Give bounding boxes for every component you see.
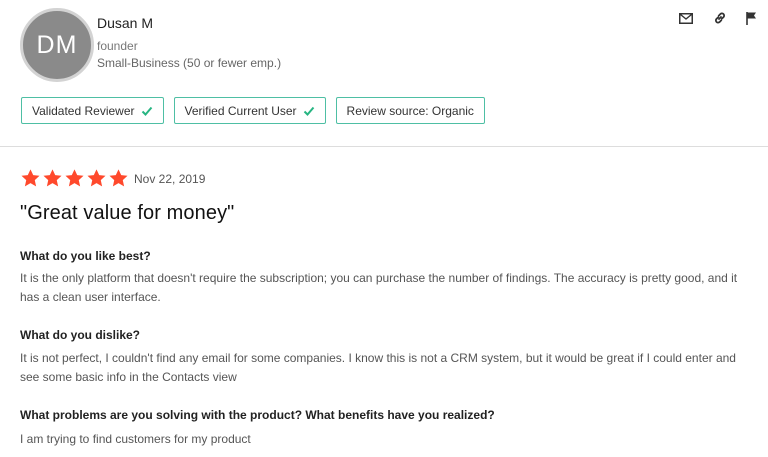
avatar: DM — [20, 8, 94, 82]
reviewer-company-size: Small-Business (50 or fewer emp.) — [97, 56, 282, 70]
check-icon — [303, 106, 314, 116]
star-icon — [87, 169, 106, 187]
reviewer-header: DM Dusan M founder Small-Business (50 or… — [0, 0, 768, 146]
review-date: Nov 22, 2019 — [134, 172, 206, 186]
reviewer-name[interactable]: Dusan M — [97, 15, 153, 31]
link-icon[interactable] — [710, 8, 730, 28]
answer-like-best: It is the only platform that doesn't req… — [20, 271, 738, 304]
badge-list: Validated Reviewer Verified Current User… — [21, 97, 485, 124]
question-problems-solving: What problems are you solving with the p… — [20, 408, 495, 422]
question-dislike: What do you dislike? — [20, 328, 141, 342]
divider — [0, 146, 768, 147]
badge-label: Validated Reviewer — [32, 103, 135, 118]
star-icon — [65, 169, 84, 187]
star-icon — [21, 169, 40, 187]
star-icon — [43, 169, 62, 187]
answer-problems-solving: I am trying to find customers for my pro… — [20, 432, 251, 446]
badge-validated-reviewer: Validated Reviewer — [21, 97, 164, 124]
star-icon — [109, 169, 128, 187]
flag-icon[interactable] — [742, 8, 762, 28]
review-title: "Great value for money" — [20, 202, 235, 224]
answer-dislike: It is not perfect, I couldn't find any e… — [20, 351, 736, 384]
badge-review-source: Review source: Organic — [335, 97, 485, 124]
check-icon — [141, 106, 152, 116]
badge-label: Review source: Organic — [346, 103, 474, 118]
star-rating — [20, 168, 129, 189]
mail-icon[interactable] — [676, 8, 696, 28]
question-like-best: What do you like best? — [20, 249, 151, 263]
badge-verified-current-user: Verified Current User — [173, 97, 326, 124]
badge-label: Verified Current User — [184, 103, 297, 118]
reviewer-role: founder — [97, 39, 138, 53]
